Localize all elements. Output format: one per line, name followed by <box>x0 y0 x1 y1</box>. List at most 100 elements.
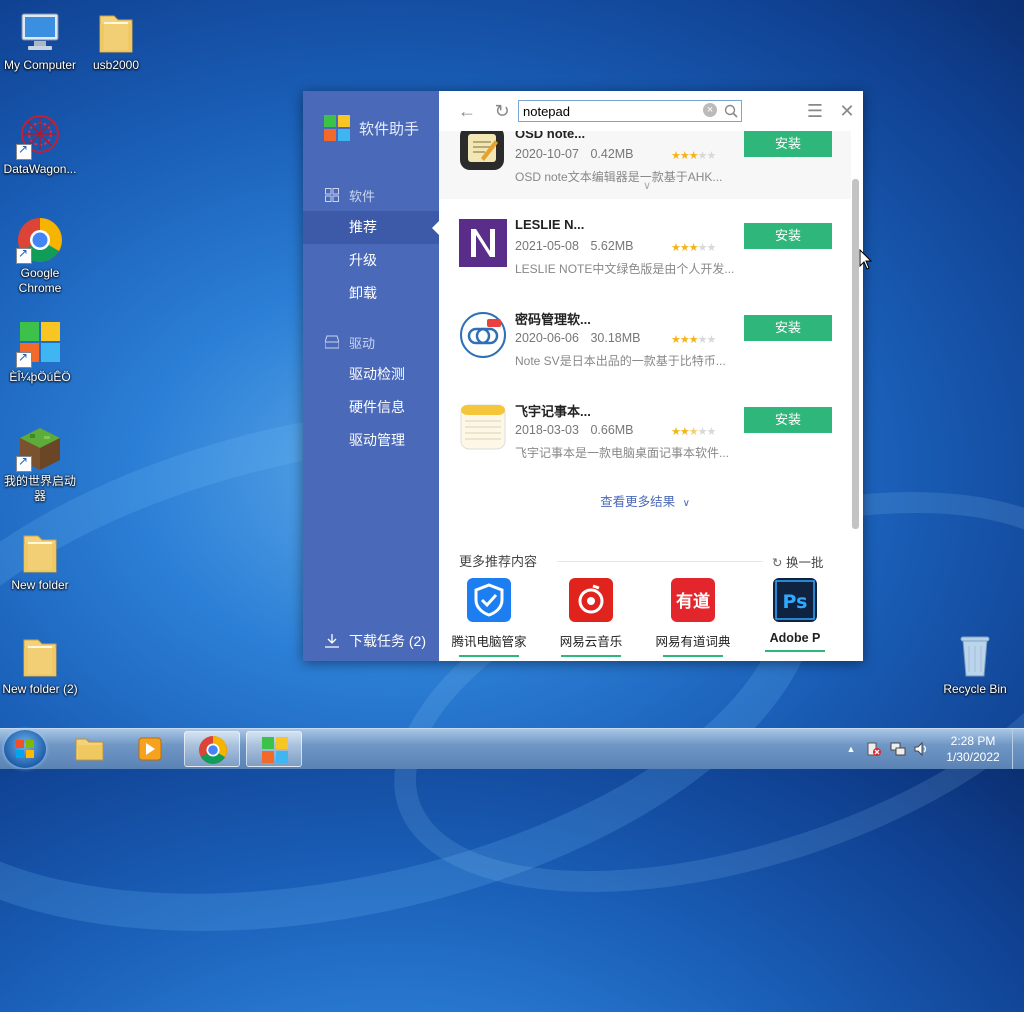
install-button[interactable]: 安装 <box>744 315 832 341</box>
show-hidden-icons-icon[interactable]: ▲ <box>843 741 859 757</box>
media-player-icon <box>138 737 162 761</box>
folder-icon <box>75 738 104 761</box>
result-size: 5.62MB <box>590 239 634 253</box>
network-icon[interactable] <box>890 741 906 757</box>
datawagon-icon <box>16 112 64 160</box>
search-icon[interactable] <box>724 104 738 118</box>
sidebar-item-recommend[interactable]: 推荐 <box>303 211 439 244</box>
install-button[interactable]: 安装 <box>744 223 832 249</box>
sidebar-item-uninstall[interactable]: 卸载 <box>303 277 439 310</box>
desktop-icon-software-assistant[interactable]: ÈÎ¼þÖúÊÖ <box>0 320 80 385</box>
more-results-link[interactable]: 查看更多结果 ∨ <box>439 491 851 510</box>
desktop-icon-label: 我的世界启动器 <box>3 474 76 503</box>
star-icon: ★ <box>688 334 699 346</box>
folder-icon <box>16 632 64 680</box>
shortcut-arrow-icon <box>16 246 32 264</box>
result-meta: 2020-10-07 0.42MB <box>515 147 642 161</box>
windows-logo-icon <box>16 740 34 758</box>
clock-time: 2:28 PM <box>950 734 996 748</box>
search-input[interactable] <box>519 101 697 121</box>
grid-icon <box>325 188 339 202</box>
folder-icon <box>16 528 64 576</box>
refresh-batch-button[interactable]: ↻ 换一批 <box>772 552 823 571</box>
recommend-item[interactable]: 有道 网易有道词典 <box>651 578 735 657</box>
result-name[interactable]: 密码管理软... <box>515 309 591 328</box>
main-content: ← ↻ × ☰ ✕ OSD note... 2020-10-07 0.42MB … <box>439 91 863 661</box>
leslie-note-icon <box>459 219 507 267</box>
chrome-icon <box>199 736 227 764</box>
taskbar-explorer[interactable] <box>62 731 118 767</box>
desktop-icon-minecraft-launcher[interactable]: 我的世界启动器 <box>0 424 80 504</box>
install-button[interactable]: 安装 <box>744 131 832 157</box>
photoshop-icon: Ps <box>773 578 817 622</box>
recommend-item[interactable]: 腾讯电脑管家 <box>447 578 531 657</box>
menu-icon[interactable]: ☰ <box>805 101 825 121</box>
refresh-icon[interactable]: ↻ <box>492 101 512 121</box>
result-meta: 2020-06-06 30.18MB <box>515 331 648 345</box>
section-driver-label: 驱动 <box>349 335 376 351</box>
desktop-icon-new-folder[interactable]: New folder <box>0 528 80 593</box>
result-size: 0.66MB <box>590 423 634 437</box>
desktop-icon-label: Recycle Bin <box>943 682 1007 696</box>
star-icon: ★ <box>706 334 717 346</box>
folder-icon <box>92 8 140 56</box>
desktop-icon-my-computer[interactable]: My Computer <box>0 8 80 73</box>
sidebar-item-driver-manage[interactable]: 驱动管理 <box>303 424 439 457</box>
desktop-icon-label: ÈÎ¼þÖúÊÖ <box>9 370 71 384</box>
download-tasks[interactable]: 下载任务 (2) <box>303 621 439 661</box>
taskbar-media-player[interactable] <box>122 731 178 767</box>
shortcut-arrow-icon <box>16 350 32 368</box>
action-center-icon[interactable] <box>866 741 882 757</box>
refresh-batch-label: 换一批 <box>785 556 824 570</box>
software-assistant-window: 软件助手 软件 推荐 升级 卸载 驱动 驱动检测 硬件信息 驱动管理 下载任务 … <box>303 91 863 661</box>
result-date: 2018-03-03 <box>515 423 579 437</box>
search-box: × <box>518 100 742 122</box>
section-software-label: 软件 <box>349 188 376 204</box>
sidebar-item-upgrade[interactable]: 升级 <box>303 244 439 277</box>
star-icon: ★ <box>688 242 699 254</box>
rating-stars: ★★★★★ <box>671 425 716 438</box>
recycle-bin-icon <box>951 632 999 680</box>
clock[interactable]: 2:28 PM 1/30/2022 <box>940 733 1006 765</box>
star-icon: ★ <box>706 242 717 254</box>
recommend-item[interactable]: 网易云音乐 <box>549 578 633 657</box>
desktop-icon-usb2000[interactable]: usb2000 <box>76 8 156 73</box>
chevron-down-icon: ∨ <box>682 498 690 509</box>
volume-icon[interactable] <box>913 741 929 757</box>
desktop-icon-chrome[interactable]: Google Chrome <box>0 216 80 296</box>
top-bar: ← ↻ × ☰ ✕ <box>439 91 863 131</box>
result-name[interactable]: LESLIE N... <box>515 217 584 232</box>
taskbar-software-assistant[interactable] <box>246 731 302 767</box>
recommend-name: 网易云音乐 <box>559 635 623 649</box>
desktop-icon-label: usb2000 <box>92 58 140 72</box>
recommend-underline <box>459 655 519 657</box>
taskbar-chrome[interactable] <box>184 731 240 767</box>
recommend-item[interactable]: Ps Adobe P <box>753 578 837 652</box>
back-icon[interactable]: ← <box>457 101 477 121</box>
result-item: OSD note... 2020-10-07 0.42MB ★★★★★ OSD … <box>439 123 851 199</box>
desktop-icon-new-folder-2[interactable]: New folder (2) <box>0 632 80 697</box>
scrollbar[interactable] <box>852 179 859 529</box>
result-date: 2020-06-06 <box>515 331 579 345</box>
result-name[interactable]: 飞宇记事本... <box>515 401 591 420</box>
show-desktop-button[interactable] <box>1012 729 1024 769</box>
recommend-name: Adobe P <box>769 631 821 645</box>
result-date: 2020-10-07 <box>515 147 579 161</box>
shortcut-arrow-icon <box>16 454 32 472</box>
desktop-icon-recycle-bin[interactable]: Recycle Bin <box>935 632 1015 697</box>
sidebar-item-driver-detect[interactable]: 驱动检测 <box>303 358 439 391</box>
star-icon: ★ <box>671 426 681 438</box>
clear-icon[interactable]: × <box>703 103 717 117</box>
tencent-pc-manager-icon <box>467 578 511 622</box>
section-driver: 驱动 <box>303 330 439 354</box>
install-button[interactable]: 安装 <box>744 407 832 433</box>
sidebar-item-hardware-info[interactable]: 硬件信息 <box>303 391 439 424</box>
close-icon[interactable]: ✕ <box>837 101 857 121</box>
desktop-icon-label: My Computer <box>3 58 77 72</box>
youdao-dict-icon: 有道 <box>671 578 715 622</box>
star-icon: ★ <box>697 242 708 254</box>
desktop-icon-datawagon[interactable]: DataWagon... <box>0 112 80 177</box>
chevron-down-icon[interactable]: ∨ <box>643 179 651 192</box>
result-date: 2021-05-08 <box>515 239 579 253</box>
start-button[interactable] <box>4 730 46 768</box>
